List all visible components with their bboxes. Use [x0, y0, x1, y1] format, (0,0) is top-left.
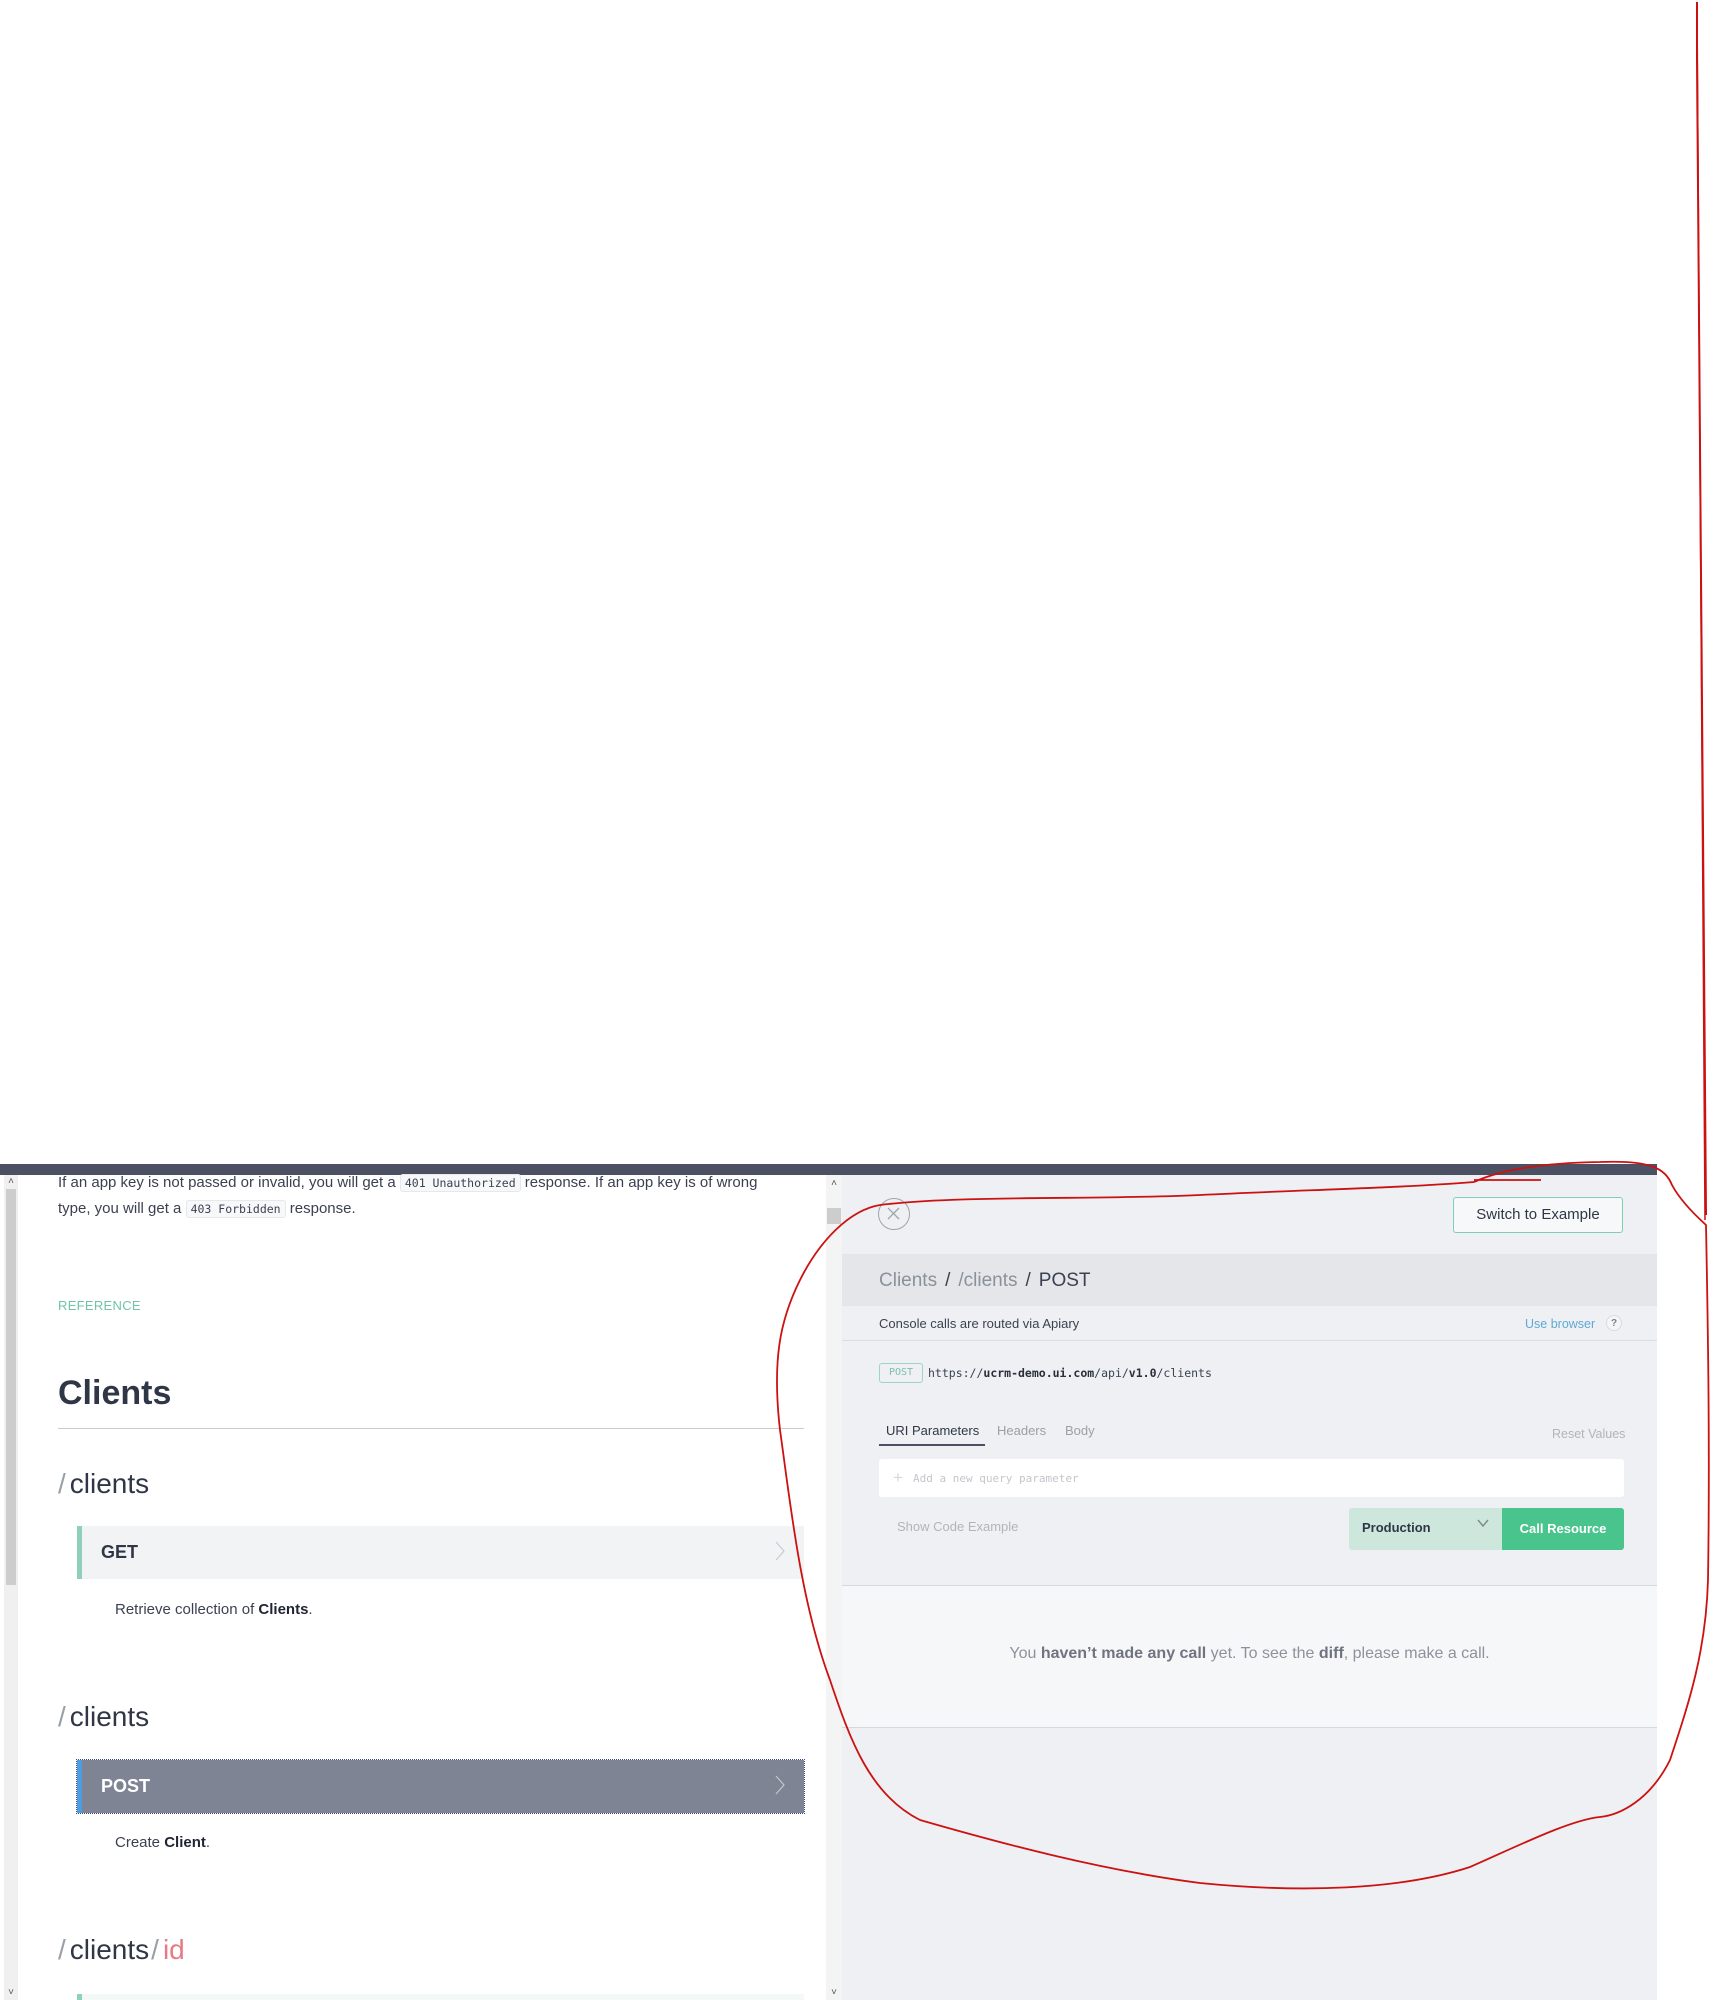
reset-values-link[interactable]: Reset Values	[1552, 1427, 1625, 1441]
show-code-example-link[interactable]: Show Code Example	[897, 1519, 1018, 1534]
query-parameter-input[interactable]	[879, 1459, 1624, 1497]
method-row-partial[interactable]	[77, 1994, 804, 2000]
doc-scrollbar[interactable]: ˄ ˅	[4, 1175, 18, 2000]
inline-code-401: 401 Unauthorized	[399, 1174, 521, 1192]
call-resource-button[interactable]: Call Resource	[1502, 1508, 1624, 1550]
method-row-post[interactable]: POST	[76, 1759, 805, 1814]
close-console-button[interactable]	[878, 1198, 910, 1230]
scroll-up-arrow-icon[interactable]: ˄	[827, 1179, 841, 1189]
group-title: Clients	[58, 1374, 172, 1412]
request-url: https://ucrm-demo.ui.com/api/v1.0/client…	[928, 1366, 1212, 1380]
resource-title: / clients	[58, 1701, 150, 1732]
active-tab-indicator	[879, 1444, 985, 1446]
breadcrumb-method: POST	[1038, 1270, 1091, 1291]
tab-headers[interactable]: Headers	[997, 1423, 1046, 1438]
method-description: Retrieve collection of Clients.	[115, 1601, 313, 1618]
method-row-get[interactable]: GET	[77, 1526, 804, 1579]
chevron-right-icon	[775, 1541, 785, 1561]
console-scrollbar[interactable]: ˄ ˅	[826, 1175, 842, 2000]
console-scrollbar-thumb[interactable]	[827, 1208, 841, 1224]
doc-scrollbar-thumb[interactable]	[6, 1189, 16, 1585]
scroll-down-arrow-icon[interactable]: ˅	[827, 1988, 841, 1998]
chevron-down-icon[interactable]	[1476, 1516, 1490, 1530]
tab-body[interactable]: Body	[1065, 1423, 1095, 1438]
routing-text: Console calls are routed via Apiary	[879, 1316, 1080, 1331]
close-icon	[887, 1207, 900, 1220]
method-description: Create Client.	[115, 1834, 211, 1851]
use-browser-link[interactable]: Use browser	[1525, 1317, 1595, 1331]
no-calls-message: You haven’t made any call yet. To see th…	[1009, 1645, 1490, 1662]
annotation-vertical-line	[1696, 2, 1707, 1216]
resource-title: / clients/id	[58, 1934, 185, 1965]
method-label: GET	[101, 1542, 139, 1562]
chevron-right-icon	[775, 1775, 785, 1795]
help-icon[interactable]: ?	[1606, 1315, 1622, 1331]
scroll-down-arrow-icon[interactable]: ˅	[4, 1988, 18, 1998]
auth-paragraph: If an app key is not passed or invalid, …	[58, 1174, 758, 1218]
breadcrumb-group[interactable]: Clients	[879, 1270, 937, 1291]
switch-to-example-button[interactable]: Switch to Example	[1453, 1197, 1623, 1233]
section-label: REFERENCE	[58, 1298, 141, 1313]
annotation-vertical-line	[1696, 1, 1706, 1221]
environment-selected-value[interactable]: Production	[1362, 1520, 1431, 1535]
inline-code-403: 403 Forbidden	[185, 1200, 286, 1218]
tab-uri-parameters[interactable]: URI Parameters	[886, 1423, 979, 1438]
group-divider	[58, 1428, 804, 1429]
method-badge: POST	[879, 1363, 923, 1383]
breadcrumb-resource[interactable]: /clients	[958, 1270, 1017, 1291]
method-label: POST	[101, 1776, 151, 1796]
breadcrumb: Clients //clients / POST	[879, 1270, 1091, 1291]
uri-param: id	[162, 1934, 185, 1965]
plus-icon: +	[893, 1468, 903, 1487]
resource-title: / clients	[58, 1468, 150, 1499]
scroll-up-arrow-icon[interactable]: ˄	[4, 1177, 18, 1187]
